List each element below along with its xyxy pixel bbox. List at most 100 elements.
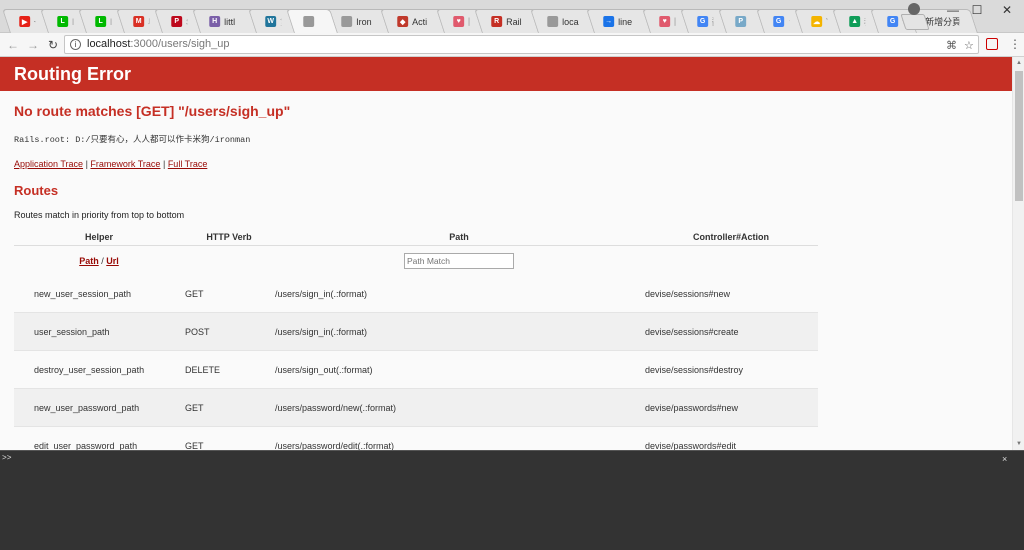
bookmark-star-icon[interactable]: ☆: [964, 38, 974, 55]
helper-filter-cell: Path / Url: [14, 246, 184, 276]
page-viewport: Routing Error No route matches [GET] "/u…: [0, 57, 1012, 450]
forward-icon[interactable]: →: [25, 37, 41, 53]
routes-description: Routes match in priority from top to bot…: [14, 210, 185, 220]
url-path: :3000/users/sigh_up: [130, 38, 230, 50]
ptt-icon: P: [735, 16, 747, 27]
path-cell: /users/sign_out(.:format): [274, 350, 644, 389]
tab-label: 第二: [280, 15, 281, 28]
table-row: new_user_session_path GET/users/sign_in(.…: [14, 275, 818, 313]
table-row: edit_user_password_path GET/users/passwor…: [14, 426, 818, 450]
console-close-icon[interactable]: ×: [1002, 454, 1007, 464]
maximize-icon[interactable]: ☐: [966, 2, 988, 18]
filter-row: Path / Url: [14, 246, 818, 276]
cloud-icon: ☁: [811, 16, 823, 27]
tab-label: 收件: [148, 15, 149, 28]
slash: /: [101, 255, 104, 266]
rails-root: Rails.root: D:/只要有心，人人都可以作卡米狗/ironman: [14, 135, 251, 145]
minimize-icon[interactable]: —: [942, 2, 964, 18]
separator: |: [85, 159, 88, 169]
heart-icon: ♥: [453, 16, 465, 27]
path-helper-link[interactable]: Path: [79, 256, 99, 266]
url-helper-link[interactable]: Url: [106, 256, 119, 266]
verb-cell: DELETE: [184, 350, 274, 389]
action-cell: devise/sessions#create: [644, 312, 818, 351]
reload-icon[interactable]: ↻: [45, 37, 61, 53]
action-cell: devise/passwords#new: [644, 388, 818, 427]
path-cell: /users/sign_in(.:format): [274, 312, 644, 351]
helper-cell: new_user_password_path: [14, 388, 184, 427]
separator: |: [162, 159, 166, 169]
empty-cell: [644, 246, 818, 276]
tab-label: loca: [562, 16, 579, 27]
new-tab-button[interactable]: [900, 14, 930, 30]
tab-label: line: [618, 16, 633, 27]
verb-cell: GET: [184, 388, 274, 427]
action-cell: devise/sessions#new: [644, 275, 818, 313]
scroll-up-icon[interactable]: ▲: [1014, 58, 1024, 68]
gmail-icon: M: [133, 16, 145, 27]
translate-icon[interactable]: ⌘: [946, 38, 957, 55]
helper-cell: user_session_path: [14, 312, 184, 351]
helper-header: Helper: [14, 229, 184, 246]
path-match-input[interactable]: [404, 252, 514, 269]
tab-label: 翻譯: [712, 15, 713, 28]
close-window-icon[interactable]: ✕: [996, 2, 1018, 18]
page-icon: [547, 16, 559, 27]
tab-label: You: [826, 17, 827, 27]
scrollbar-thumb[interactable]: [1015, 71, 1023, 201]
trace-links: Application Trace | Framework Trace | Fu…: [14, 159, 998, 169]
page-icon: [341, 16, 353, 27]
tab-label: LIN: [72, 17, 73, 27]
console-prompt: >>: [2, 454, 12, 463]
profile-icon[interactable]: [908, 3, 920, 15]
tab-label: littl: [224, 16, 236, 27]
path-filter-cell: [274, 246, 644, 276]
action-cell: devise/passwords#edit: [644, 426, 818, 450]
tab-label: 圖解: [468, 15, 469, 28]
page-icon: [303, 16, 315, 27]
arrow-icon: →: [603, 16, 615, 27]
verb-cell: GET: [184, 275, 274, 313]
tab-list: ▶◀(LLINLLINM收件PSerHlittlW第二×Iron◆Acti♥圖解…: [2, 9, 978, 33]
back-icon[interactable]: ←: [5, 37, 21, 53]
extension-icon[interactable]: [986, 38, 998, 50]
ruby-icon: ◆: [397, 16, 409, 27]
line-icon: L: [57, 16, 69, 27]
line-icon: L: [95, 16, 107, 27]
routes-table: Helper HTTP Verb Path Controller#Action …: [14, 229, 818, 450]
helper-cell: new_user_session_path: [14, 275, 184, 313]
tab-label: Acti: [412, 16, 428, 27]
tab-label: LIN: [110, 17, 111, 27]
audio-icon: ◀: [34, 16, 35, 27]
table-header-row: Helper HTTP Verb Path Controller#Action: [14, 229, 818, 246]
hackpad-icon: H: [209, 16, 221, 27]
helper-cell: edit_user_password_path: [14, 426, 184, 450]
youtube-icon: ▶: [19, 16, 31, 27]
browser-tab[interactable]: ×: [286, 9, 338, 33]
url-text: localhost:3000/users/sigh_up: [87, 36, 230, 53]
page-title: Routing Error: [14, 64, 131, 84]
tab-label: Ser: [186, 17, 187, 27]
scroll-down-icon[interactable]: ▼: [1014, 439, 1024, 449]
browser-toolbar: ← → ↻ i localhost:3000/users/sigh_up ⌘ ☆…: [0, 33, 1024, 57]
verb-header: HTTP Verb: [184, 229, 274, 246]
page-scrollbar[interactable]: ▲ ▼: [1012, 57, 1024, 450]
application-trace-link[interactable]: Application Trace: [14, 159, 83, 169]
tab-strip: ▶◀(LLINLLINM收件PSerHlittlW第二×Iron◆Acti♥圖解…: [0, 0, 1024, 33]
menu-icon[interactable]: ⋮: [1009, 37, 1021, 51]
tab-label: Rail: [506, 16, 522, 27]
rails-icon: R: [491, 16, 503, 27]
info-icon[interactable]: i: [70, 39, 81, 50]
google-icon: G: [887, 16, 899, 27]
helper-cell: destroy_user_session_path: [14, 350, 184, 389]
table-row: new_user_password_path GET/users/password…: [14, 388, 818, 427]
framework-trace-link[interactable]: Framework Trace: [90, 159, 160, 169]
full-trace-link[interactable]: Full Trace: [168, 159, 208, 169]
path-cell: /users/password/new(.:format): [274, 388, 644, 427]
path-header: Path: [274, 229, 644, 246]
address-bar[interactable]: i localhost:3000/users/sigh_up ⌘ ☆: [64, 35, 979, 54]
google-icon: G: [697, 16, 709, 27]
web-console[interactable]: >> ×: [0, 450, 1024, 550]
path-cell: /users/password/edit(.:format): [274, 426, 644, 450]
tab-label: 台北: [788, 15, 789, 28]
